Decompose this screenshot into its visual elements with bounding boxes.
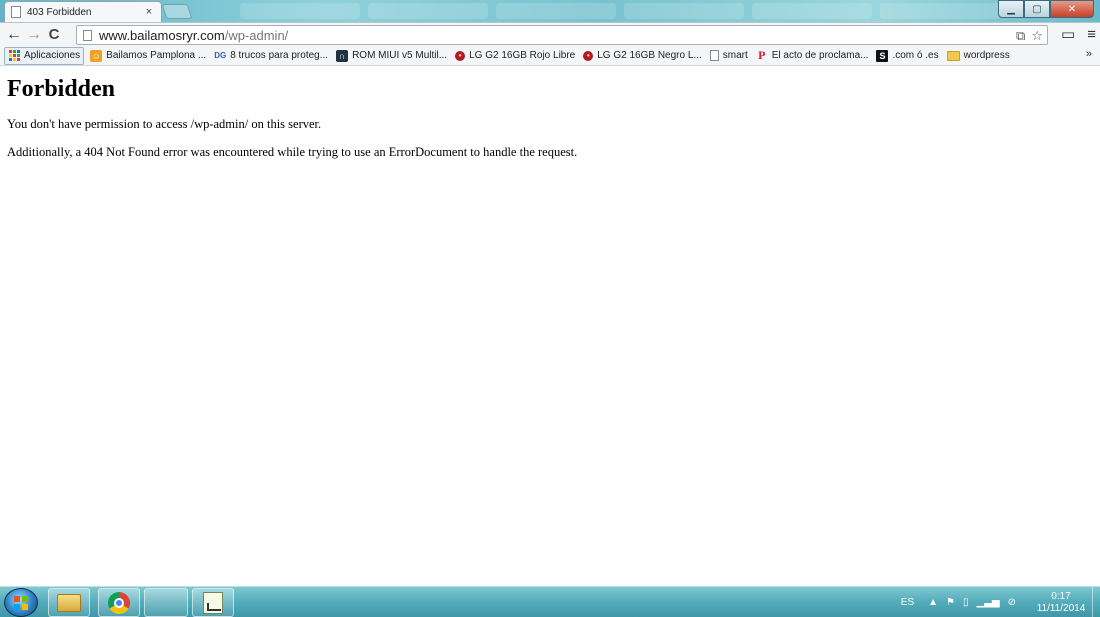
taskbar-chrome[interactable]: [98, 588, 140, 617]
background-tabs: [240, 3, 1000, 19]
error-detail: Additionally, a 404 Not Found error was …: [7, 145, 578, 159]
translate-icon[interactable]: ⧉: [1016, 28, 1025, 44]
start-button[interactable]: [4, 588, 38, 617]
notepad-icon: [203, 591, 223, 614]
bookmark-label: Aplicaciones: [24, 50, 81, 61]
page-icon: [709, 50, 719, 61]
system-tray: ES ▲ ⚑ ▯ ▁▃▅ ⊘ 0:17 11/11/2014: [901, 587, 1100, 617]
bookmark-el-acto[interactable]: P El acto de proclama...: [752, 47, 873, 65]
bookmark-label: Bailamos Pamplona ...: [106, 50, 207, 61]
reload-button[interactable]: C: [44, 25, 64, 45]
tab-close-icon[interactable]: ×: [143, 6, 155, 18]
forward-button[interactable]: →: [24, 25, 44, 45]
bookmark-smart[interactable]: smart: [706, 47, 752, 65]
taskbar-explorer[interactable]: [48, 588, 90, 617]
cast-icon[interactable]: ▭: [1061, 25, 1075, 43]
clock-date: 11/11/2014: [1036, 602, 1086, 614]
bookmark-lg-g2-negro[interactable]: ● LG G2 16GB Negro L...: [579, 47, 706, 65]
battery-icon[interactable]: ▯: [963, 597, 969, 608]
bookmark-label: LG G2 16GB Negro L...: [597, 50, 702, 61]
background-tab[interactable]: [496, 3, 616, 19]
taskbar-notepad[interactable]: [192, 588, 234, 617]
bookmark-com-o-es[interactable]: S .com ó .es: [872, 47, 942, 65]
back-button[interactable]: ←: [4, 25, 24, 45]
p-icon: P: [758, 48, 766, 62]
title-bar: 403 Forbidden × ▁ ▢ ✕: [0, 0, 1100, 22]
omnibox-actions: ⧉ ☆: [1016, 28, 1043, 44]
dg-icon: DG: [214, 51, 227, 60]
clock[interactable]: 0:17 11/11/2014: [1032, 591, 1090, 615]
toolbar-actions: ▭ ≡: [1061, 25, 1096, 44]
bookmark-star-icon[interactable]: ☆: [1031, 28, 1043, 44]
close-window-button[interactable]: ✕: [1050, 0, 1094, 18]
bookmark-aplicaciones[interactable]: Aplicaciones: [4, 46, 85, 65]
signal-icon[interactable]: ▁▃▅: [977, 597, 1000, 608]
show-hidden-icons-arrow-icon[interactable]: ▲: [928, 597, 938, 608]
url-path: /wp-admin/: [224, 27, 289, 43]
bookmarks-overflow-chevron-icon[interactable]: »: [1086, 48, 1092, 60]
rom-icon: ∩: [336, 49, 349, 62]
address-bar[interactable]: www.bailamosryr.com/wp-admin/ ⧉ ☆: [76, 25, 1048, 45]
background-tab[interactable]: [752, 3, 872, 19]
folder-icon: [946, 50, 960, 61]
bookmark-label: LG G2 16GB Rojo Libre: [469, 50, 576, 61]
windows-logo-icon: [14, 596, 28, 610]
url-host: www.bailamosryr.com: [99, 27, 225, 43]
error-message: You don't have permission to access /wp-…: [7, 117, 322, 131]
page-info-icon[interactable]: [83, 29, 92, 41]
background-tab[interactable]: [880, 3, 1000, 19]
volume-muted-icon[interactable]: ⊘: [1008, 597, 1016, 608]
menu-icon[interactable]: ≡: [1087, 26, 1096, 43]
apps-grid-icon: [8, 49, 20, 62]
bookmark-8-trucos[interactable]: DG 8 trucos para proteg...: [210, 47, 332, 65]
chrome-icon: [108, 591, 130, 614]
page-icon: [11, 6, 21, 18]
bailamos-icon: ☺: [90, 49, 103, 62]
minimize-button[interactable]: ▁: [998, 0, 1024, 18]
tab-title: 403 Forbidden: [27, 6, 92, 18]
bookmark-bailamos-pamplona[interactable]: ☺ Bailamos Pamplona ...: [86, 47, 210, 65]
folder-icon: [57, 593, 81, 612]
bookmark-wordpress-folder[interactable]: wordpress: [943, 47, 1014, 65]
bookmark-label: wordpress: [963, 50, 1010, 61]
bookmark-label: .com ó .es: [892, 50, 939, 61]
clock-time: 0:17: [1051, 590, 1071, 602]
taskbar-empty-slot[interactable]: [144, 588, 188, 617]
background-tab[interactable]: [624, 3, 744, 19]
background-tab[interactable]: [368, 3, 488, 19]
taskbar: ES ▲ ⚑ ▯ ▁▃▅ ⊘ 0:17 11/11/2014: [0, 586, 1100, 617]
language-indicator[interactable]: ES: [901, 597, 914, 608]
bookmark-label: ROM MIUI v5 Multil...: [352, 50, 448, 61]
bookmark-lg-g2-rojo[interactable]: ● LG G2 16GB Rojo Libre: [451, 47, 579, 65]
s-icon: S: [876, 49, 889, 62]
page-content: Forbidden You don't have permission to a…: [7, 76, 1087, 173]
lg-icon: ●: [583, 50, 594, 61]
bookmark-label: El acto de proclama...: [771, 50, 869, 61]
background-tab[interactable]: [240, 3, 360, 19]
bookmark-label: 8 trucos para proteg...: [230, 50, 329, 61]
lg-icon: ●: [455, 50, 466, 61]
maximize-button[interactable]: ▢: [1024, 0, 1050, 18]
bookmark-label: smart: [722, 50, 748, 61]
browser-toolbar: ← → C www.bailamosryr.com/wp-admin/ ⧉ ☆ …: [0, 22, 1100, 46]
page-title: Forbidden: [7, 76, 116, 102]
new-tab-button[interactable]: [161, 4, 193, 19]
url-text[interactable]: www.bailamosryr.com/wp-admin/: [99, 28, 288, 43]
bookmarks-bar: Aplicaciones ☺ Bailamos Pamplona ... DG …: [0, 46, 1100, 66]
show-desktop-button[interactable]: [1092, 587, 1100, 617]
action-center-icon[interactable]: ⚑: [946, 597, 955, 608]
tab-403-forbidden[interactable]: 403 Forbidden ×: [4, 1, 162, 22]
window-controls: ▁ ▢ ✕: [998, 0, 1094, 18]
bookmark-rom-miui[interactable]: ∩ ROM MIUI v5 Multil...: [332, 47, 451, 65]
